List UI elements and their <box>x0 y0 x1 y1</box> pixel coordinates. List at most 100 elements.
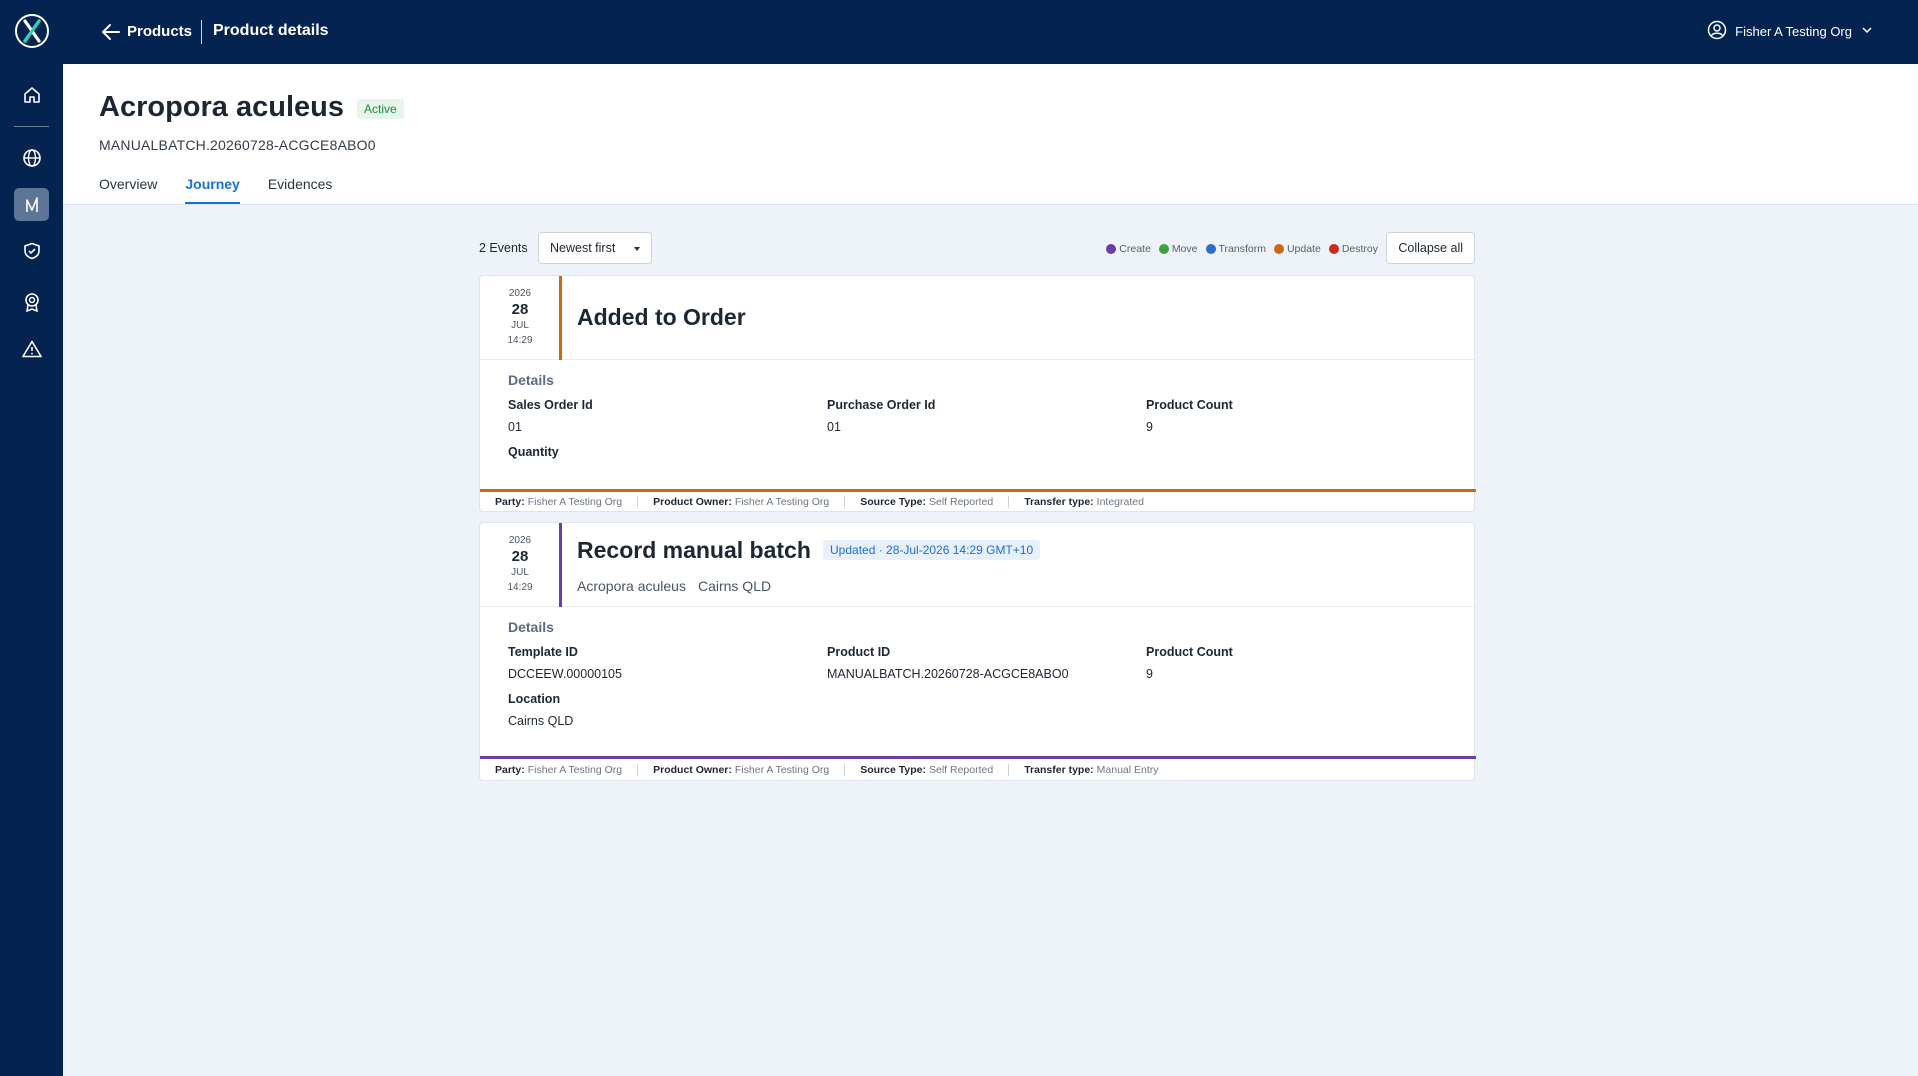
event-footer: Party: Fisher A Testing Org Product Owner… <box>480 492 1476 512</box>
legend-dot <box>1273 244 1284 254</box>
event-accent-bar <box>559 523 562 607</box>
field-value: DCCEEW.00000105 <box>508 667 622 681</box>
footer-source: Source Type: Self Reported <box>844 496 1008 508</box>
event-card[interactable]: 2026 28 JUL 14:29 Added to Order Details… <box>479 275 1476 512</box>
event-title: Added to Order <box>577 304 746 330</box>
details-grid: Sales Order Id 01 Purchase Order Id 01 Pro… <box>508 398 1446 467</box>
detail-field: Template ID DCCEEW.00000105 <box>508 645 827 681</box>
event-legend: Create Move Transform Update Destroy <box>1106 243 1378 255</box>
user-menu[interactable]: Fisher A Testing Org <box>1707 20 1874 43</box>
event-day: 28 <box>511 548 529 565</box>
user-icon <box>1707 20 1727 43</box>
legend-dot <box>1328 244 1339 254</box>
legend-dot <box>1106 244 1117 254</box>
journey-icon[interactable] <box>14 188 49 221</box>
collapse-all-button[interactable]: Collapse all <box>1386 232 1475 264</box>
updated-badge: Updated · 28-Jul-2026 14:29 GMT+10 <box>823 540 1041 560</box>
status-badge: Active <box>357 99 404 119</box>
field-value: 01 <box>508 420 522 434</box>
breadcrumb-separator <box>201 20 202 44</box>
field-value: Cairns QLD <box>508 714 574 728</box>
field-label: Location <box>508 692 561 706</box>
chevron-down-icon <box>1860 23 1874 40</box>
event-date: 2026 28 JUL 14:29 <box>480 276 560 360</box>
event-card-header[interactable]: 2026 28 JUL 14:29 Record manual batch Up… <box>480 523 1474 607</box>
event-card-header[interactable]: 2026 28 JUL 14:29 Added to Order <box>480 276 1474 360</box>
back-arrow-icon[interactable] <box>99 20 123 44</box>
sidebar <box>0 0 63 1076</box>
legend-item-transform: Transform <box>1205 243 1266 255</box>
detail-field: Quantity <box>508 445 827 467</box>
field-label: Product Count <box>1146 398 1233 412</box>
legend-label: Create <box>1119 243 1151 255</box>
shield-icon[interactable] <box>14 234 49 267</box>
footer-transfer-value: Manual Entry <box>1096 764 1159 776</box>
product-batch-id: MANUALBATCH.20260728-ACGCE8ABO0 <box>99 137 376 153</box>
event-year: 2026 <box>508 535 532 546</box>
tab-overview[interactable]: Overview <box>99 176 157 204</box>
breadcrumb-products[interactable]: Products <box>127 23 192 40</box>
event-accent-bar <box>559 276 562 360</box>
event-date: 2026 28 JUL 14:29 <box>480 523 560 607</box>
page-title: Product details <box>213 22 329 39</box>
field-label: Quantity <box>508 445 559 459</box>
field-value: 9 <box>1146 420 1153 434</box>
sort-select[interactable]: Newest first <box>538 232 653 264</box>
field-label: Sales Order Id <box>508 398 593 412</box>
footer-source-value: Self Reported <box>929 764 994 776</box>
detail-field: Product Count 9 <box>1146 645 1446 681</box>
details-heading: Details <box>508 619 554 635</box>
event-month: JUL <box>511 567 529 578</box>
field-value: 01 <box>827 420 841 434</box>
event-count: 2 Events <box>479 241 528 255</box>
logo-icon[interactable] <box>15 14 49 48</box>
detail-field: Sales Order Id 01 <box>508 398 827 434</box>
event-bottom-line <box>480 756 1476 759</box>
globe-icon[interactable] <box>14 141 49 174</box>
tab-evidences[interactable]: Evidences <box>268 176 333 204</box>
event-day: 28 <box>511 301 529 318</box>
tab-bar: Overview Journey Evidences <box>99 176 332 204</box>
field-label: Purchase Order Id <box>827 398 936 412</box>
sort-select-value: Newest first <box>550 241 616 255</box>
footer-transfer-label: Transfer type: <box>1024 764 1094 776</box>
product-header: Acropora aculeus Active MANUALBATCH.2026… <box>63 64 1918 205</box>
legend-label: Move <box>1171 243 1198 255</box>
top-bar: Products Product details Fisher A Testin… <box>63 0 1918 64</box>
footer-source-value: Self Reported <box>929 496 994 508</box>
caret-down-icon <box>634 247 641 251</box>
footer-transfer-value: Integrated <box>1096 496 1144 508</box>
event-card[interactable]: 2026 28 JUL 14:29 Record manual batch Up… <box>479 522 1476 781</box>
detail-field: Purchase Order Id 01 <box>827 398 1146 434</box>
legend-label: Update <box>1286 243 1321 255</box>
footer-owner-label: Product Owner: <box>653 764 732 776</box>
footer-transfer-label: Transfer type: <box>1024 496 1094 508</box>
event-sub-location: Cairns QLD <box>697 578 772 594</box>
footer-owner-value: Fisher A Testing Org <box>734 764 830 776</box>
legend-item-update: Update <box>1273 243 1321 255</box>
warning-icon[interactable] <box>14 332 49 365</box>
event-details: Details Sales Order Id 01 Purchase Order … <box>480 360 1474 467</box>
award-icon[interactable] <box>14 285 49 318</box>
details-grid: Template ID DCCEEW.00000105 Product ID MAN… <box>508 645 1446 728</box>
home-icon[interactable] <box>14 78 49 111</box>
field-label: Product ID <box>827 645 891 659</box>
field-label: Template ID <box>508 645 578 659</box>
tab-journey[interactable]: Journey <box>185 176 240 204</box>
journey-toolbar: 2 Events Newest first Create Move Transf… <box>479 232 1475 264</box>
field-value: MANUALBATCH.20260728-ACGCE8ABO0 <box>827 667 1069 681</box>
legend-item-move: Move <box>1158 243 1198 255</box>
legend-label: Transform <box>1218 243 1266 255</box>
event-subtitle: Acropora aculeus Cairns QLD <box>577 578 771 594</box>
footer-party-value: Fisher A Testing Org <box>527 764 623 776</box>
footer-source-label: Source Type: <box>860 496 926 508</box>
user-name: Fisher A Testing Org <box>1735 24 1852 39</box>
event-time: 14:29 <box>507 582 533 593</box>
footer-source: Source Type: Self Reported <box>844 764 1008 776</box>
footer-party-value: Fisher A Testing Org <box>527 496 623 508</box>
legend-item-destroy: Destroy <box>1328 243 1378 255</box>
event-footer: Party: Fisher A Testing Org Product Owner… <box>480 760 1476 780</box>
detail-field: Product ID MANUALBATCH.20260728-ACGCE8ABO… <box>827 645 1146 681</box>
footer-source-label: Source Type: <box>860 764 926 776</box>
footer-owner: Product Owner: Fisher A Testing Org <box>637 764 844 776</box>
